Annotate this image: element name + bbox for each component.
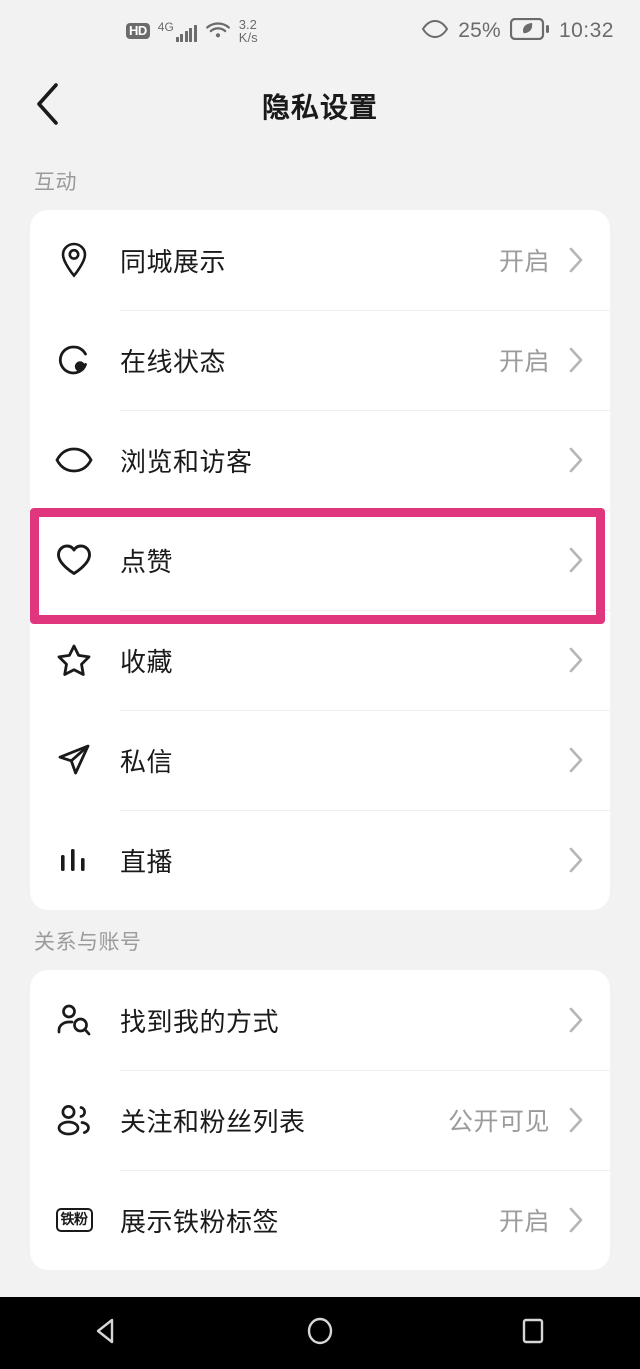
list-item-browsing-visitors[interactable]: 浏览和访客: [30, 410, 610, 510]
circle-home-icon: [304, 1315, 336, 1352]
heart-icon: [52, 538, 96, 582]
tiefen-badge-text: 铁粉: [55, 1208, 93, 1232]
list-item-label: 浏览和访客: [120, 446, 253, 477]
list-item-label: 私信: [120, 746, 174, 777]
eye-comfort-icon: [421, 19, 449, 44]
chevron-right-icon: [566, 446, 586, 474]
chevron-right-icon: [566, 1206, 586, 1234]
list-item-label: 在线状态: [120, 346, 227, 377]
hd-icon: HD: [126, 22, 150, 40]
status-bar-right: 25% 10:32: [421, 17, 614, 45]
list-item-label: 点赞: [120, 546, 174, 577]
star-icon: [52, 638, 96, 682]
list-item-label: 展示铁粉标签: [120, 1206, 280, 1237]
signal-bars-icon: [175, 24, 197, 42]
wifi-icon: [205, 19, 231, 44]
square-recents-icon: [517, 1315, 549, 1352]
chevron-right-icon: [566, 1106, 586, 1134]
list-item-private-message[interactable]: 私信: [30, 710, 610, 810]
network-speed: 3.2 K/s: [239, 18, 258, 44]
chevron-right-icon: [566, 1006, 586, 1034]
list-item-live[interactable]: 直播: [30, 810, 610, 910]
list-item-label: 同城展示: [120, 246, 227, 277]
network-speed-unit: K/s: [238, 30, 258, 45]
chevron-right-icon: [566, 646, 586, 674]
android-home-button[interactable]: [275, 1315, 365, 1352]
list-item-online-status[interactable]: 在线状态 开启: [30, 310, 610, 410]
list-item-label: 直播: [120, 846, 174, 877]
clock-label: 10:32: [558, 19, 614, 42]
person-search-icon: [52, 998, 96, 1042]
list-item-label: 找到我的方式: [120, 1006, 280, 1037]
chevron-right-icon: [566, 846, 586, 874]
online-status-icon: [52, 338, 96, 382]
phone-screen: HD 4G 3.2 K/s 25% 10:32 隐私设置 互动 同城展示 开启 …: [0, 0, 640, 1369]
list-item-show-tiefen-badge[interactable]: 铁粉 展示铁粉标签 开启: [30, 1170, 610, 1270]
chevron-left-icon: [33, 81, 63, 132]
android-navigation-bar: [0, 1297, 640, 1369]
network-type-label: 4G: [157, 19, 174, 34]
section-label-interaction: 互动: [34, 171, 77, 194]
battery-icon: [509, 17, 550, 45]
eye-icon: [52, 438, 96, 482]
location-pin-icon: [52, 238, 96, 282]
list-item-find-me[interactable]: 找到我的方式: [30, 970, 610, 1070]
list-item-same-city[interactable]: 同城展示 开启: [30, 210, 610, 310]
list-item-likes[interactable]: 点赞: [30, 510, 610, 610]
list-item-following-fans[interactable]: 关注和粉丝列表 公开可见: [30, 1070, 610, 1170]
chevron-right-icon: [566, 246, 586, 274]
section-label-relations: 关系与账号: [34, 931, 142, 954]
tiefen-badge-icon: 铁粉: [52, 1198, 96, 1242]
status-bar: HD 4G 3.2 K/s 25% 10:32: [0, 0, 640, 62]
battery-percent-label: 25%: [458, 19, 501, 42]
page-header: 隐私设置: [0, 62, 640, 150]
back-button[interactable]: [24, 82, 72, 130]
settings-card-interaction: 同城展示 开启 在线状态 开启 浏览和访客 点赞 收藏 私信 直播: [30, 210, 610, 910]
list-item-value: 公开可见: [447, 1108, 550, 1136]
chevron-right-icon: [566, 346, 586, 374]
list-item-favorites[interactable]: 收藏: [30, 610, 610, 710]
android-recents-button[interactable]: [488, 1315, 578, 1352]
people-group-icon: [52, 1098, 96, 1142]
signal-icon: 4G: [158, 21, 197, 42]
live-bars-icon: [52, 838, 96, 882]
list-item-value: 开启: [498, 1208, 550, 1236]
paper-plane-icon: [52, 738, 96, 782]
settings-card-relations: 找到我的方式 关注和粉丝列表 公开可见 铁粉 展示铁粉标签 开启: [30, 970, 610, 1270]
android-back-button[interactable]: [62, 1315, 152, 1352]
triangle-back-icon: [91, 1315, 123, 1352]
chevron-right-icon: [566, 746, 586, 774]
list-item-label: 收藏: [120, 646, 174, 677]
page-title: 隐私设置: [261, 92, 378, 123]
list-item-label: 关注和粉丝列表: [120, 1106, 306, 1137]
chevron-right-icon: [566, 546, 586, 574]
list-item-value: 开启: [498, 248, 550, 276]
list-item-value: 开启: [498, 348, 550, 376]
status-bar-left: HD 4G 3.2 K/s: [26, 18, 421, 44]
